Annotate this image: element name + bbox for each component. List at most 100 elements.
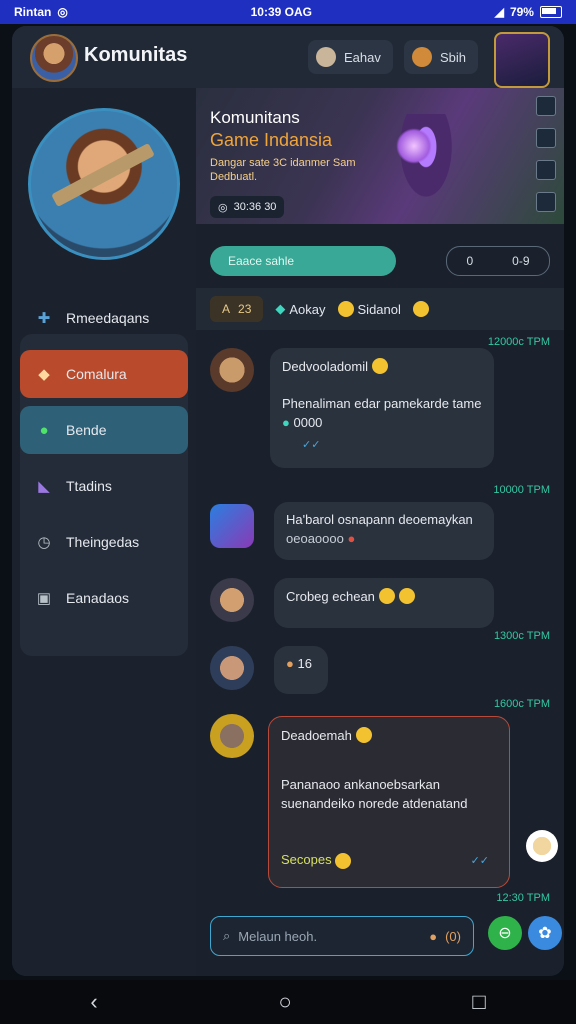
- message-time: 10000 TPM: [493, 484, 550, 496]
- status-bar: Rintan ◎ 10:39 OAG ◢ 79%: [0, 0, 576, 24]
- hud-icon: [536, 96, 556, 116]
- signal-icon: ◢: [494, 5, 504, 19]
- smile-icon: [378, 588, 395, 604]
- search-icon: ⌕: [223, 928, 231, 943]
- control-left[interactable]: 0: [466, 254, 473, 268]
- card-icon: ▣: [36, 590, 52, 607]
- recents-icon[interactable]: □: [472, 989, 485, 1015]
- banner-desc-line-1: Dangar sate 3C idanmer Sam: [210, 157, 356, 169]
- sidebar-item-label: Eanadaos: [66, 590, 130, 606]
- sidebar-item-0[interactable]: ✚ Rmeedaqans: [20, 294, 188, 342]
- message-sender: Dedvooladomil: [282, 358, 482, 374]
- header-button-1[interactable]: Eahav: [308, 40, 393, 74]
- smile-icon: [337, 301, 354, 317]
- avatar-icon: [316, 47, 336, 67]
- message-input[interactable]: ⌕ Melaun heoh. ● (0): [210, 916, 474, 956]
- back-icon[interactable]: ‹: [90, 989, 97, 1015]
- banner-chip-text: 30:36 30: [233, 201, 277, 213]
- message-input-placeholder: Melaun heoh.: [238, 928, 318, 944]
- carrier-text: Rintan: [14, 5, 52, 19]
- header-button-1-label: Eahav: [344, 49, 381, 65]
- app-title: Komunitas: [84, 44, 188, 66]
- message-bubble[interactable]: Ha'barol osnapann deoemaykan oeoaoooo ●: [274, 502, 494, 560]
- top-bar: Komunitas Eahav Sbih: [12, 26, 564, 89]
- smile-icon[interactable]: [412, 301, 429, 317]
- target-icon: ◎: [218, 201, 228, 214]
- header-button-2[interactable]: Sbih: [404, 40, 478, 74]
- message-avatar[interactable]: [210, 646, 254, 690]
- shield-icon: ◣: [38, 478, 50, 495]
- char-count-value: 0: [449, 928, 457, 944]
- sidebar-item-5[interactable]: ▣ Eanadaos: [20, 574, 188, 622]
- home-icon[interactable]: ○: [278, 989, 291, 1015]
- message-time: 1300c TPM: [493, 630, 550, 642]
- battery-icon: [539, 6, 562, 18]
- main-panel: Komunitans Game Indansia Dangar sate 3C …: [196, 88, 564, 976]
- sidebar-item-label: Rmeedaqans: [66, 310, 150, 326]
- user-avatar[interactable]: [30, 34, 78, 82]
- message-bubble[interactable]: Deadoemah Pananaoo ankanoebsarkan suenan…: [268, 716, 510, 888]
- message-sender-text: Crobeg echean: [286, 588, 375, 604]
- sticker-icon: ●: [286, 656, 294, 671]
- message-text-2-value: oeoaoooo: [286, 531, 344, 546]
- coin-icon: ●: [282, 415, 290, 430]
- profile-card[interactable]: [494, 32, 550, 88]
- sidebar-item-4[interactable]: ◷ Theingedas: [20, 518, 188, 566]
- tab-aokay-label: Aokay: [289, 301, 326, 317]
- read-receipt-icon: ✓✓: [470, 855, 489, 867]
- message-footer: Secopes: [281, 852, 352, 869]
- message-bubble[interactable]: Crobeg echean: [274, 578, 494, 628]
- banner-glow: [396, 128, 432, 164]
- app-icon[interactable]: [210, 504, 254, 548]
- sidebar-item-label: Bende: [66, 422, 107, 438]
- message-text: 16: [297, 656, 312, 671]
- avatar-icon: [412, 47, 432, 67]
- clock-icon: ◷: [37, 534, 51, 551]
- message-footer-text: Secopes: [281, 852, 332, 868]
- message-bubble[interactable]: Dedvooladomil Phenaliman edar pamekarde …: [270, 348, 494, 468]
- message-sender-text: Dedvooladomil: [282, 358, 368, 374]
- message-text-2: suenandeiko norede atdenatand: [281, 796, 468, 811]
- tab-sidanol-label: Sidanol: [357, 301, 401, 317]
- hero-avatar[interactable]: [28, 108, 180, 260]
- primary-button[interactable]: Eaace sahle: [210, 246, 396, 276]
- message-avatar[interactable]: [210, 714, 254, 758]
- sidebar: ✚ Rmeedaqans ◆ Comalura ● Bende ◣ Ttadin…: [12, 88, 196, 976]
- diamond-icon: ◆: [275, 301, 286, 316]
- message-text-2: oeoaoooo ●: [286, 531, 482, 546]
- app-window: Komunitas Eahav Sbih ✚ Rmeedaqans ◆ Coma…: [12, 26, 564, 976]
- tab-sidanol[interactable]: Sidanol: [337, 301, 401, 317]
- sticker-icon[interactable]: ●: [429, 929, 437, 944]
- smile-icon: [372, 358, 388, 374]
- tab-badge-count: 23: [238, 302, 252, 316]
- message-sender-text: Deadoemah: [281, 727, 352, 743]
- sidebar-item-2[interactable]: ● Bende: [20, 406, 188, 454]
- banner-character: [386, 114, 466, 224]
- tab-badge[interactable]: A 23: [210, 296, 264, 322]
- sidebar-nav: ✚ Rmeedaqans ◆ Comalura ● Bende ◣ Ttadin…: [20, 294, 188, 630]
- control-right[interactable]: 0-9: [512, 254, 529, 268]
- tab-aokay[interactable]: ◆ Aokay: [275, 301, 325, 317]
- banner-desc-line-2: Dedbuatl.: [210, 171, 258, 183]
- chat-button[interactable]: ⊖: [488, 916, 522, 950]
- message-avatar[interactable]: [210, 578, 254, 622]
- message-avatar[interactable]: [210, 348, 254, 392]
- banner-subtitle: Game Indansia: [210, 130, 333, 150]
- message-bubble[interactable]: ● 16: [274, 646, 328, 694]
- settings-icon[interactable]: ✿: [528, 916, 562, 950]
- tab-badge-letter: A: [222, 302, 231, 316]
- char-count: (0): [445, 928, 461, 944]
- sidebar-item-label: Theingedas: [66, 534, 140, 550]
- message-sender: Crobeg echean: [286, 588, 482, 604]
- community-banner[interactable]: Komunitans Game Indansia Dangar sate 3C …: [196, 88, 564, 224]
- message-time: 12:30 TPM: [496, 892, 550, 904]
- fire-icon: ●: [347, 531, 356, 546]
- sidebar-item-1[interactable]: ◆ Comalura: [20, 350, 188, 398]
- message-time: 1600c TPM: [493, 698, 550, 710]
- sidebar-item-3[interactable]: ◣ Ttadins: [20, 462, 188, 510]
- gamepad-icon: ●: [39, 421, 49, 439]
- control-pill[interactable]: 0 0-9: [446, 246, 550, 276]
- banner-desc: Dangar sate 3C idanmer Sam Dedbuatl.: [210, 156, 380, 184]
- reaction-avatar[interactable]: [526, 830, 558, 862]
- read-receipt-icon: ✓✓: [302, 439, 321, 451]
